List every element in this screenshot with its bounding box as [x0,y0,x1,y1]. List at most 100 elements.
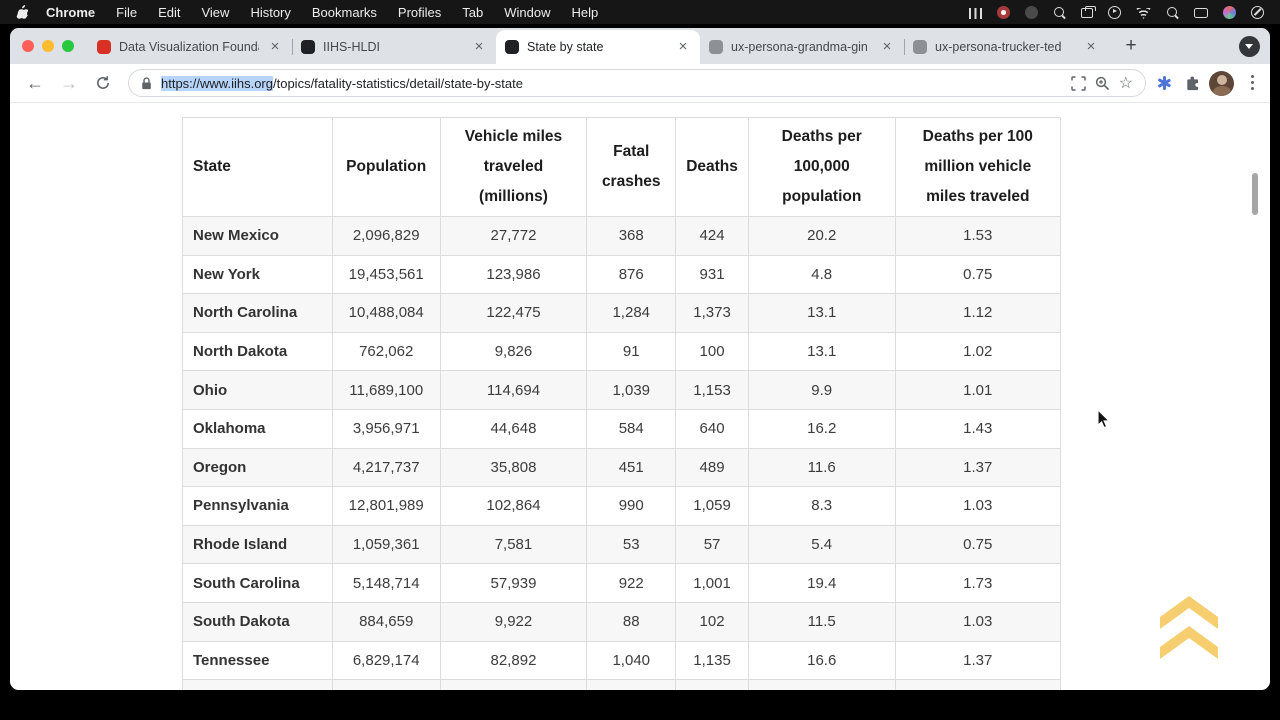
scroll-to-top-button[interactable] [1160,596,1218,662]
menu-profiles[interactable]: Profiles [398,5,441,20]
menu-edit[interactable]: Edit [158,5,180,20]
circle-icon[interactable] [1025,6,1038,19]
value-cell: 82,892 [440,641,587,680]
value-cell: 123,986 [440,255,587,294]
value-cell: 10,488,084 [332,294,440,333]
state-name-cell: Oregon [183,448,333,487]
value-cell: 16.6 [748,641,895,680]
value-cell: 1.12 [895,294,1060,333]
state-name-cell: Pennsylvania [183,487,333,526]
windows-icon[interactable] [1081,8,1093,18]
menu-help[interactable]: Help [572,5,599,20]
back-button[interactable]: ← [20,68,50,98]
reload-button[interactable] [88,68,118,98]
value-cell: 20.2 [748,217,895,256]
page-content: StatePopulationVehicle miles traveled (m… [10,103,1270,690]
keyboard-icon[interactable] [1194,8,1208,18]
value-cell: 1,040 [587,641,676,680]
tab-data-visualization-founda[interactable]: Data Visualization Founda × [88,30,292,64]
forward-button[interactable]: → [54,68,84,98]
table-row: Oregon4,217,73735,80845148911.61.37 [183,448,1061,487]
tab-close-icon[interactable]: × [267,39,283,55]
value-cell: 1,135 [676,641,749,680]
tab-ux-persona-grandma-gin[interactable]: ux-persona-grandma-gin× [700,30,904,64]
menubar-menus: Chrome File Edit View History Bookmarks Profil… [46,5,619,20]
value-cell: 990 [587,487,676,526]
tab-iihs-hldi[interactable]: IIHS-HLDI × [292,30,496,64]
value-cell: 13.1 [748,294,895,333]
zoom-icon[interactable] [1095,76,1110,91]
value-cell: 4,217,737 [332,448,440,487]
tab-close-icon[interactable]: × [675,39,691,55]
tab-close-icon[interactable]: × [1083,39,1099,55]
favicon-icon [97,40,111,54]
menu-chrome[interactable]: Chrome [46,5,95,20]
tab-close-icon[interactable]: × [471,39,487,55]
close-window-button[interactable] [22,40,34,52]
tab-close-icon[interactable]: × [879,39,895,55]
siri-icon[interactable] [1223,6,1236,19]
url-text: https://www.iihs.org/topics/fatality-sta… [161,76,1062,91]
value-cell: 27,772 [440,217,587,256]
profile-avatar[interactable] [1209,71,1234,96]
dnd-icon[interactable] [1251,6,1264,19]
favicon-icon [913,40,927,54]
value-cell: 16.2 [748,409,895,448]
tab-label: State by state [527,40,667,54]
column-header: Vehicle miles traveled (millions) [440,118,587,217]
value-cell: 5,148,714 [332,564,440,603]
tab-label: Data Visualization Founda [119,40,259,54]
value-cell: 19.4 [748,564,895,603]
value-cell: 11.5 [748,602,895,641]
value-cell: 11.6 [748,448,895,487]
record-icon[interactable] [997,6,1010,19]
extensions-puzzle-icon[interactable] [1184,75,1201,92]
url-selected-text: https://www.iihs.org [161,76,273,91]
value-cell: 1,059 [676,487,749,526]
minimize-window-button[interactable] [42,40,54,52]
menu-view[interactable]: View [201,5,229,20]
search-icon[interactable] [1053,6,1066,19]
apple-logo-icon[interactable] [16,5,28,19]
menu-tab[interactable]: Tab [462,5,483,20]
value-cell: 1.01 [895,371,1060,410]
value-cell: 6,829,174 [332,641,440,680]
value-cell: 3,956,971 [332,409,440,448]
value-cell: 9,922 [440,602,587,641]
play-icon[interactable] [1108,6,1121,19]
bookmark-star-icon[interactable]: ☆ [1119,73,1133,93]
padlock-icon[interactable] [141,77,152,90]
value-cell: 1.03 [895,602,1060,641]
value-cell: 1,059,361 [332,525,440,564]
value-cell: 11,689,100 [332,371,440,410]
vertical-scrollbar[interactable] [1252,173,1258,215]
menu-window[interactable]: Window [504,5,550,20]
value-cell: 1.53 [895,217,1060,256]
screenshot-icon[interactable] [1071,76,1086,91]
state-name-cell: North Dakota [183,332,333,371]
value-cell: 1.43 [895,409,1060,448]
tab-state-by-state[interactable]: State by state × [496,30,700,64]
state-name-cell: New Mexico [183,217,333,256]
state-name-cell: New York [183,255,333,294]
wifi-icon[interactable] [1136,8,1151,19]
browser-menu-icon[interactable] [1244,72,1260,94]
menu-bar: Chrome File Edit View History Bookmarks Profil… [0,0,1280,24]
value-cell: 102,864 [440,487,587,526]
value-cell: 0.75 [895,255,1060,294]
menu-file[interactable]: File [116,5,137,20]
new-tab-button[interactable]: + [1118,33,1144,59]
tab-label: IIHS-HLDI [323,40,463,54]
tab-search-button[interactable] [1239,36,1260,57]
menu-history[interactable]: History [250,5,290,20]
zoom-window-button[interactable] [62,40,74,52]
spotlight-icon[interactable] [1166,6,1179,19]
menu-bookmarks[interactable]: Bookmarks [312,5,377,20]
grid-icon[interactable] [969,8,982,19]
tab-ux-persona-trucker-ted[interactable]: ux-persona-trucker-ted× [904,30,1108,64]
extension-asterisk-icon[interactable] [1156,75,1172,91]
value-cell: 4.8 [748,255,895,294]
mouse-cursor [1097,409,1112,430]
favicon-icon [709,40,723,54]
address-bar[interactable]: https://www.iihs.org/topics/fatality-sta… [128,69,1146,97]
